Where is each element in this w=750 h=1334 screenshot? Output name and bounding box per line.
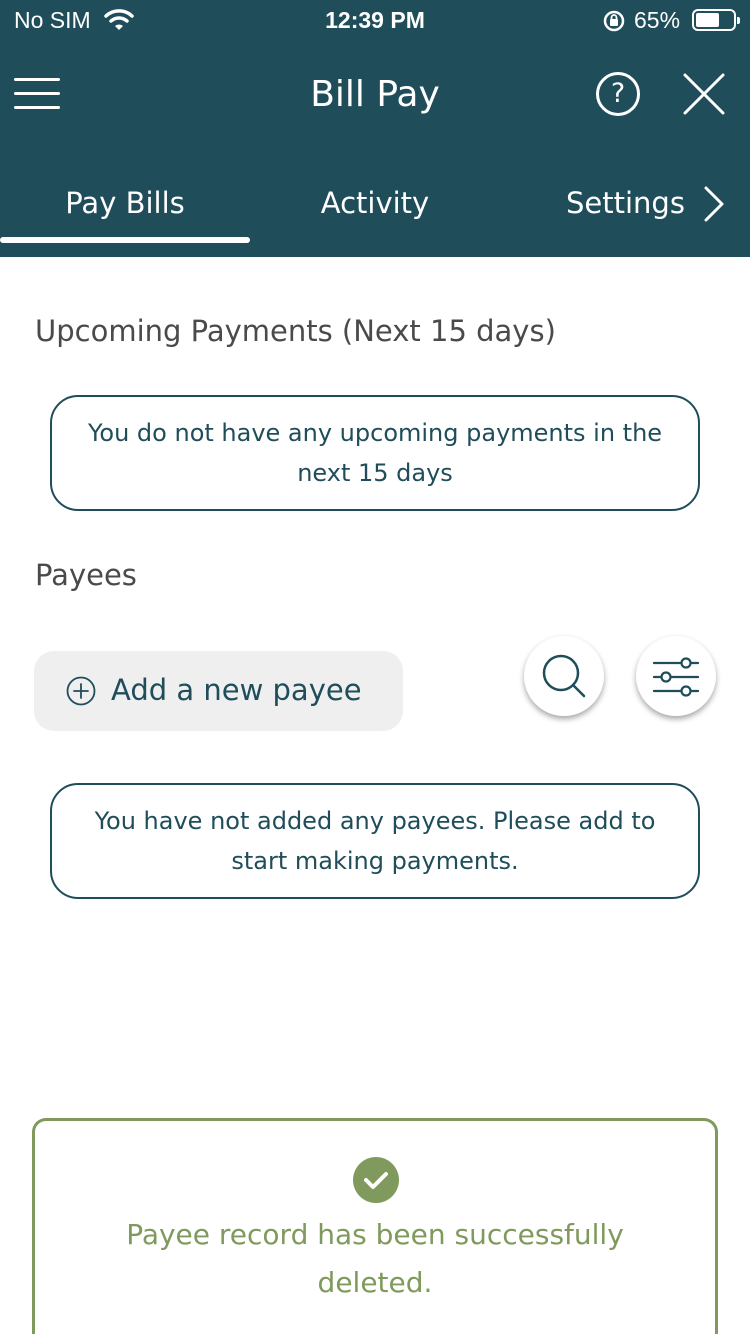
sliders-icon (652, 657, 700, 697)
active-tab-indicator (0, 237, 250, 243)
tab-settings[interactable]: Settings (566, 186, 685, 220)
close-icon[interactable] (682, 72, 726, 116)
search-icon (542, 654, 586, 698)
payees-heading: Payees (35, 558, 137, 592)
tab-pay-bills[interactable]: Pay Bills (0, 186, 250, 220)
filter-button[interactable] (636, 636, 716, 716)
app-header: No SIM 12:39 PM 65% Bill Pay ? Pay Bills… (0, 0, 750, 257)
battery-percent: 65% (634, 7, 681, 33)
checkmark-icon (353, 1157, 399, 1203)
chevron-right-icon[interactable] (700, 184, 728, 224)
toast-message: Payee record has been successfully delet… (126, 1218, 624, 1299)
add-circle-icon (66, 676, 96, 710)
upcoming-payments-heading: Upcoming Payments (Next 15 days) (35, 314, 556, 348)
tab-activity[interactable]: Activity (250, 186, 500, 220)
help-icon[interactable]: ? (596, 72, 640, 116)
rotation-lock-icon (602, 9, 626, 38)
payees-empty-message: You have not added any payees. Please ad… (50, 783, 700, 899)
payees-empty-text: You have not added any payees. Please ad… (94, 807, 656, 875)
add-payee-label: Add a new payee (111, 673, 362, 707)
search-button[interactable] (524, 636, 604, 716)
upcoming-empty-message: You do not have any upcoming payments in… (50, 395, 700, 511)
battery-icon (692, 9, 740, 31)
add-payee-button[interactable]: Add a new payee (34, 651, 403, 731)
upcoming-empty-text: You do not have any upcoming payments in… (87, 419, 663, 487)
status-bar: No SIM 12:39 PM 65% (0, 0, 750, 40)
success-toast: Payee record has been successfully delet… (32, 1118, 718, 1334)
